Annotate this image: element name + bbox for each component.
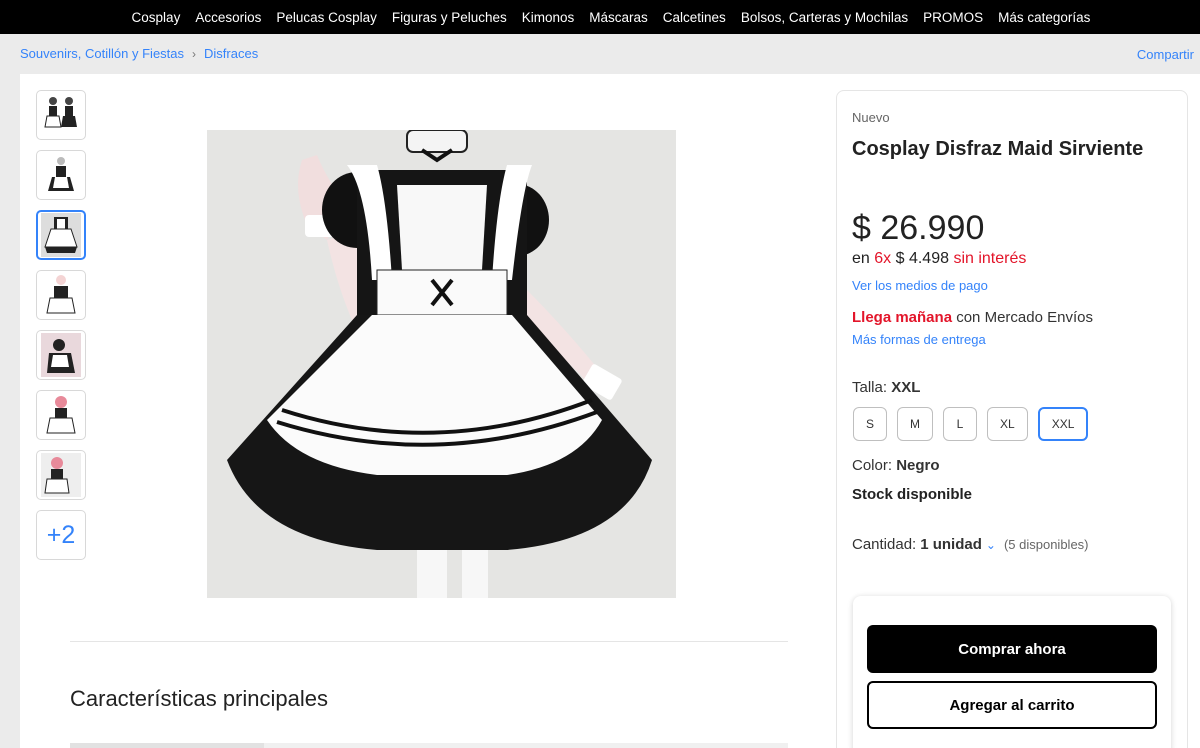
maid-dress-thumb-icon (41, 333, 81, 377)
nav-item-bolsos[interactable]: Bolsos, Carteras y Mochilas (741, 10, 908, 25)
installments-suffix: sin interés (953, 250, 1027, 267)
size-option-xl[interactable]: XL (987, 407, 1028, 441)
size-label: Talla: XXL (852, 379, 920, 396)
quantity-available: (5 disponibles) (1003, 537, 1089, 552)
section-title-caracteristicas: Características principales (70, 686, 328, 711)
share-link[interactable]: Compartir (1137, 47, 1194, 62)
features-table-header (70, 743, 788, 748)
nav-item-pelucas[interactable]: Pelucas Cosplay (276, 10, 377, 25)
product-condition: Nuevo (852, 110, 890, 125)
nav-item-mascaras[interactable]: Máscaras (589, 10, 648, 25)
top-category-nav: Cosplay Accesorios Pelucas Cosplay Figur… (0, 0, 1200, 34)
nav-item-calcetines[interactable]: Calcetines (663, 10, 726, 25)
size-option-m[interactable]: M (897, 407, 934, 441)
shipping-carrier: con Mercado Envíos (956, 309, 1093, 326)
add-to-cart-button[interactable]: Agregar al carrito (867, 681, 1157, 729)
quantity-selector[interactable]: Cantidad: 1 unidad ⌄ (5 disponibles) (852, 536, 1089, 553)
section-divider (70, 641, 788, 642)
gallery-thumbnail-active[interactable] (36, 210, 86, 260)
gallery-thumbnail[interactable] (36, 90, 86, 140)
nav-item-accesorios[interactable]: Accesorios (195, 10, 261, 25)
maid-dress-thumb-icon (41, 453, 81, 497)
color-value: Negro (896, 457, 940, 474)
nav-item-figuras[interactable]: Figuras y Peluches (392, 10, 507, 25)
product-price: $ 26.990 (852, 209, 985, 247)
maid-dress-photo (207, 130, 676, 598)
payment-methods-link[interactable]: Ver los medios de pago (852, 278, 988, 293)
nav-item-kimonos[interactable]: Kimonos (522, 10, 575, 25)
breadcrumb-item-souvenirs[interactable]: Souvenirs, Cotillón y Fiestas (20, 46, 184, 61)
maid-dress-thumb-icon (48, 157, 74, 191)
gallery-thumbnail[interactable] (36, 450, 86, 500)
delivery-options-link[interactable]: Más formas de entrega (852, 332, 986, 347)
quantity-value: 1 unidad (920, 536, 982, 553)
shipping-eta: Llega mañana (852, 309, 953, 326)
maid-dress-thumb-icon (46, 396, 76, 434)
size-label-text: Talla: (852, 379, 888, 396)
gallery-thumbnail[interactable] (36, 150, 86, 200)
color-label: Color: Negro (852, 457, 940, 474)
nav-item-promos[interactable]: PROMOS (923, 10, 983, 25)
installments-amount: $ 4.498 (895, 250, 949, 267)
nav-item-cosplay[interactable]: Cosplay (132, 10, 181, 25)
buy-now-button[interactable]: Comprar ahora (867, 625, 1157, 673)
shipping-info: Llega mañana con Mercado Envíos (852, 309, 1093, 326)
installments-prefix: en (852, 250, 870, 267)
maid-dress-thumb-icon (41, 213, 81, 257)
nav-item-mas-categorias[interactable]: Más categorías (998, 10, 1090, 25)
stock-status: Stock disponible (852, 486, 973, 503)
gallery-thumbnail[interactable] (36, 390, 86, 440)
gallery-more-button[interactable]: +2 (36, 510, 86, 560)
size-selector: S M L XL XXL (853, 407, 1089, 441)
quantity-label: Cantidad: (852, 536, 917, 553)
breadcrumb-item-disfraces[interactable]: Disfraces (204, 46, 258, 61)
maid-dress-thumb-icon (46, 275, 76, 314)
maid-dress-thumb-icon (44, 97, 77, 128)
size-option-s[interactable]: S (853, 407, 888, 441)
product-title: Cosplay Disfraz Maid Sirviente (852, 138, 1144, 160)
gallery-thumbnail[interactable] (36, 330, 86, 380)
installments-info: en 6x $ 4.498 sin interés (852, 250, 1026, 268)
size-selected-value: XXL (891, 379, 921, 396)
breadcrumb: Souvenirs, Cotillón y Fiestas › Disfrace… (20, 46, 258, 61)
size-option-l[interactable]: L (943, 407, 978, 441)
size-option-xxl[interactable]: XXL (1037, 407, 1089, 441)
gallery-thumbnail[interactable] (36, 270, 86, 320)
chevron-right-icon: › (192, 46, 197, 61)
installments-count: 6x (874, 250, 892, 267)
chevron-down-icon: ⌄ (985, 537, 996, 552)
main-product-image[interactable] (207, 130, 676, 598)
color-label-text: Color: (852, 457, 893, 474)
